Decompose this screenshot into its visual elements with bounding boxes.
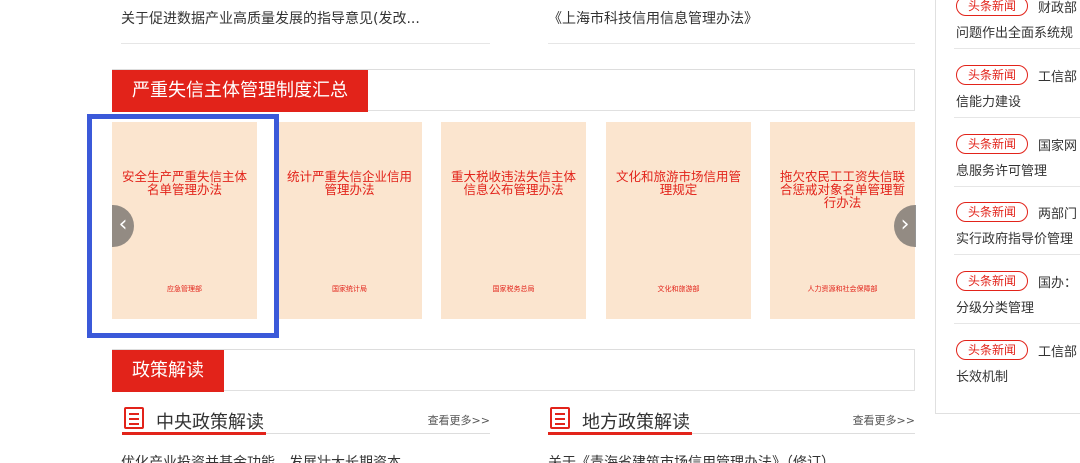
card-issuer: 人力资源和社会保障部 — [807, 285, 878, 293]
news-org: 工信部 — [1038, 345, 1078, 360]
title-underline — [548, 432, 692, 435]
policy-list-item[interactable]: 关于《青海省建筑市场信用管理办法》（修订） — [548, 452, 835, 463]
headline-tag: 头条新闻 — [956, 202, 1028, 222]
news-org: 两部门 — [1038, 207, 1078, 222]
headline-news-panel: 头条新闻 财政部 问题作出全面系统规 头条新闻 工信部 信能力建设 头条新闻 国… — [935, 0, 1080, 414]
news-org: 国家网 — [1038, 139, 1078, 154]
section-header-policy: 政策解读 — [112, 349, 915, 392]
card-title: 文化和旅游市场信用管理规定 — [615, 169, 741, 197]
divider — [121, 43, 490, 44]
card-statistics[interactable]: 统计严重失信企业信用管理办法 国家统计局 — [277, 122, 422, 319]
headline-tag: 头条新闻 — [956, 271, 1028, 291]
divider — [548, 43, 915, 44]
news-text: 息服务许可管理 — [956, 164, 1048, 179]
card-title: 重大税收违法失信主体信息公布管理办法 — [450, 169, 576, 197]
divider — [954, 117, 1080, 118]
list-icon — [550, 407, 570, 429]
headline-tag: 头条新闻 — [956, 340, 1028, 360]
news-org: 财政部 — [1038, 1, 1078, 16]
top-link-data-industry[interactable]: 关于促进数据产业高质量发展的指导意见(发改... — [121, 8, 420, 28]
card-issuer: 文化和旅游部 — [657, 285, 700, 293]
card-migrant-wages[interactable]: 拖欠农民工工资失信联合惩戒对象名单管理暂行办法 人力资源和社会保障部 — [770, 122, 915, 319]
policy-list-item[interactable]: 优化产业投资并基金功能，发展壮大长期资本 — [121, 452, 401, 463]
card-issuer: 国家税务总局 — [492, 285, 535, 293]
card-title: 拖欠农民工工资失信联合惩戒对象名单管理暂行办法 — [779, 169, 905, 210]
top-link-shanghai-credit[interactable]: 《上海市科技信用信息管理办法》 — [548, 8, 758, 28]
news-text: 问题作出全面系统规 — [956, 26, 1074, 41]
news-text: 实行政府指导价管理 — [956, 232, 1074, 247]
title-underline — [122, 432, 266, 435]
subsection-local-policy: 地方政策解读 查看更多>> — [538, 404, 915, 436]
news-org: 国办： — [1038, 276, 1078, 291]
divider — [954, 323, 1080, 324]
subsection-title: 中央政策解读 — [156, 412, 264, 433]
view-more-link[interactable]: 查看更多>> — [428, 412, 490, 428]
headline-tag: 头条新闻 — [956, 65, 1028, 85]
section-title: 严重失信主体管理制度汇总 — [112, 70, 368, 112]
card-tax[interactable]: 重大税收违法失信主体信息公布管理办法 国家税务总局 — [441, 122, 586, 319]
selection-highlight — [87, 114, 279, 338]
divider — [954, 186, 1080, 187]
subsection-central-policy: 中央政策解读 查看更多>> — [112, 404, 490, 436]
headline-tag: 头条新闻 — [956, 134, 1028, 154]
view-more-link[interactable]: 查看更多>> — [853, 412, 915, 428]
news-text: 信能力建设 — [956, 95, 1022, 110]
divider — [266, 433, 490, 434]
section-header-dishonesty: 严重失信主体管理制度汇总 — [112, 69, 915, 112]
subsection-title: 地方政策解读 — [582, 412, 690, 433]
card-culture-tourism[interactable]: 文化和旅游市场信用管理规定 文化和旅游部 — [606, 122, 751, 319]
list-icon — [124, 407, 144, 429]
news-text: 分级分类管理 — [956, 301, 1035, 316]
card-title: 统计严重失信企业信用管理办法 — [286, 169, 412, 197]
divider — [692, 433, 915, 434]
news-org: 工信部 — [1038, 70, 1078, 85]
divider — [954, 48, 1080, 49]
news-text: 长效机制 — [956, 370, 1009, 385]
headline-tag: 头条新闻 — [956, 0, 1028, 16]
divider — [954, 254, 1080, 255]
card-issuer: 国家统计局 — [332, 285, 367, 293]
section-title: 政策解读 — [112, 350, 224, 392]
